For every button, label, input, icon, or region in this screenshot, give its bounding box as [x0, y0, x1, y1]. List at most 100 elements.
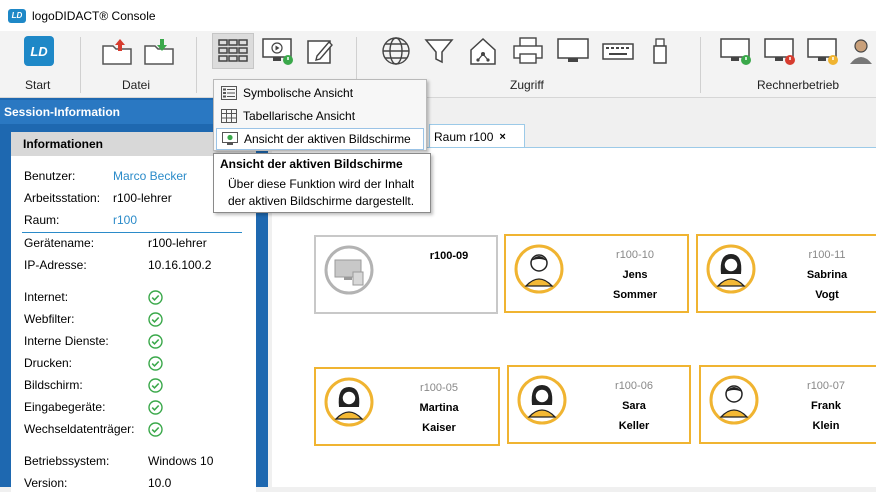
tab-room-r100[interactable]: Raum r100 ×: [429, 124, 525, 148]
view-mode-menu: Symbolische Ansicht Tabellarische Ansich…: [213, 79, 427, 151]
ribbon-group-start: Start: [25, 78, 51, 92]
ip-address-value: 10.16.100.2: [148, 258, 212, 272]
menu-item-label: Tabellarische Ansicht: [243, 109, 356, 123]
internet-button[interactable]: [375, 33, 417, 69]
window-title: logoDIDACT® Console: [32, 8, 156, 23]
os-value: Windows 10: [148, 454, 214, 468]
user-first-name: Sabrina: [806, 269, 848, 281]
ribbon-group-datei: Datei: [122, 78, 151, 92]
workstation-card[interactable]: r100-05 Martina Kaiser: [314, 367, 500, 446]
start-button[interactable]: LD: [18, 33, 60, 69]
power-on-button[interactable]: [715, 33, 757, 69]
male-avatar-icon: [709, 375, 759, 425]
user-last-name: Sommer: [612, 289, 658, 301]
user-value[interactable]: Marco Becker: [113, 169, 187, 183]
view-mode-button[interactable]: [212, 33, 254, 69]
folder-download-icon: [144, 39, 174, 65]
menu-item-label: Symbolische Ansicht: [243, 86, 354, 100]
workstation-name: r100-06: [615, 380, 653, 392]
tooltip: Ansicht der aktiven Bildschirme Über die…: [213, 153, 431, 213]
globe-icon: [382, 37, 410, 65]
female-avatar-icon: [517, 375, 567, 425]
restart-button[interactable]: [802, 33, 844, 69]
menu-item-table-view[interactable]: Tabellarische Ansicht: [216, 105, 424, 127]
grid-view-icon: [218, 39, 248, 62]
input-devices-button[interactable]: [597, 33, 639, 69]
workstation-card[interactable]: r100-10 Jens Sommer: [504, 234, 689, 313]
folder-upload-icon: [102, 39, 132, 65]
male-avatar-icon: [514, 244, 564, 294]
open-folder-button[interactable]: [96, 33, 138, 69]
user-first-name: Sara: [622, 400, 646, 412]
service-removable-label: Wechseldatenträger:: [24, 422, 135, 436]
network-house-icon: [470, 37, 496, 65]
shutdown-button[interactable]: [759, 33, 801, 69]
check-circle-icon: [148, 422, 163, 437]
ribbon-group-rechnerbetrieb: Rechnerbetrieb: [757, 78, 840, 92]
workstation-name: r100-09: [429, 250, 469, 262]
tab-label: Raum r100: [434, 129, 494, 144]
close-icon[interactable]: ×: [499, 131, 505, 143]
tooltip-title: Ansicht der aktiven Bildschirme: [220, 157, 403, 171]
monitor-icon: [557, 38, 589, 62]
check-circle-icon: [148, 356, 163, 371]
monitor-power-off-icon: [764, 38, 795, 65]
removable-media-button[interactable]: [639, 33, 681, 69]
menu-item-active-screens-view[interactable]: Ansicht der aktiven Bildschirme: [216, 128, 424, 150]
monitor-power-on-icon: [720, 38, 751, 65]
edit-note-icon: [307, 40, 333, 64]
service-internet-label: Internet:: [24, 290, 69, 304]
tooltip-body: Über diese Funktion wird der Inhalt der …: [228, 177, 415, 208]
screen-button[interactable]: [552, 33, 594, 69]
user-last-name: Klein: [812, 420, 840, 432]
print-button[interactable]: [507, 33, 549, 69]
edit-button[interactable]: [300, 33, 342, 69]
presentation-button[interactable]: [257, 33, 299, 69]
workstation-card[interactable]: r100-06 Sara Keller: [507, 365, 691, 444]
symbol-list-icon: [221, 86, 237, 100]
service-webfilter-label: Webfilter:: [24, 312, 75, 326]
check-circle-icon: [148, 312, 163, 327]
workstation-offline-icon: [324, 245, 374, 295]
check-circle-icon: [148, 334, 163, 349]
workstation-card[interactable]: r100-11 Sabrina Vogt: [696, 234, 876, 313]
svg-text:LD: LD: [30, 44, 48, 59]
menu-item-symbolic-view[interactable]: Symbolische Ansicht: [216, 82, 424, 104]
workstation-card[interactable]: r100-09: [314, 235, 498, 314]
room-value[interactable]: r100: [113, 213, 137, 227]
workstation-card[interactable]: r100-07 Frank Klein: [699, 365, 876, 444]
service-print-label: Drucken:: [24, 356, 73, 370]
keyboard-icon: [602, 43, 634, 60]
female-avatar-icon: [706, 244, 756, 294]
service-screen-label: Bildschirm:: [24, 378, 83, 392]
user-last-name: Keller: [618, 420, 650, 432]
check-circle-icon: [148, 290, 163, 305]
app-logo-icon: LD: [8, 8, 26, 23]
user-first-name: Frank: [811, 400, 841, 412]
female-avatar-icon: [324, 377, 374, 427]
os-label: Betriebssystem:: [24, 454, 110, 468]
title-bar: LD logoDIDACT® Console: [0, 0, 876, 31]
user-logon-button[interactable]: [846, 33, 876, 69]
device-name-value: r100-lehrer: [148, 236, 207, 250]
workstation-name: r100-11: [808, 249, 846, 261]
menu-item-label: Ansicht der aktiven Bildschirme: [244, 132, 411, 146]
monitor-play-icon: [262, 38, 293, 65]
user-last-name: Kaiser: [422, 422, 456, 434]
ribbon-toolbar: LD Start Datei Zugriff Rechnerbetrieb: [0, 31, 876, 98]
service-input-label: Eingabegeräte:: [24, 400, 106, 414]
check-circle-icon: [148, 378, 163, 393]
internal-services-button[interactable]: [462, 33, 504, 69]
user-first-name: Jens: [622, 269, 648, 281]
version-value: 10.0: [148, 476, 172, 490]
webfilter-button[interactable]: [418, 33, 460, 69]
service-internal-label: Interne Dienste:: [24, 334, 109, 348]
logodidact-icon: LD: [24, 36, 54, 66]
workstation-name: r100-10: [616, 249, 654, 261]
save-folder-button[interactable]: [138, 33, 180, 69]
monitor-restart-icon: [807, 38, 838, 65]
monitor-active-icon: [222, 132, 238, 145]
user-last-name: Vogt: [815, 289, 839, 301]
workstation-label: Arbeitsstation:: [24, 191, 101, 205]
ribbon-group-zugriff: Zugriff: [510, 78, 544, 92]
